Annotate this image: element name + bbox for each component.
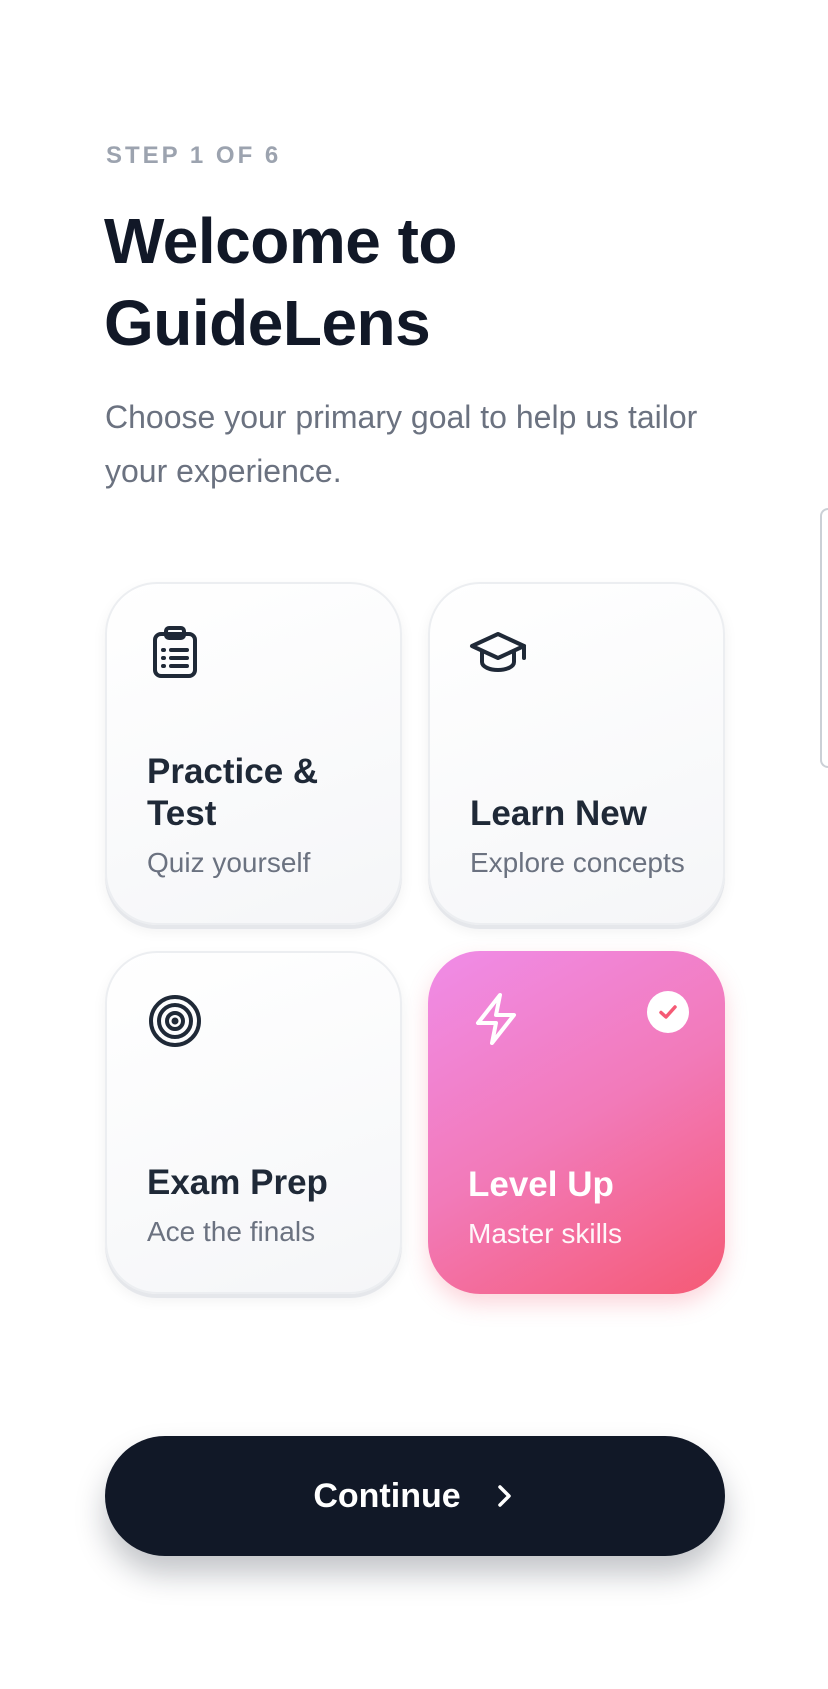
goal-title: Level Up xyxy=(468,1165,614,1204)
graduation-cap-icon xyxy=(468,622,528,682)
continue-button[interactable]: Continue xyxy=(105,1436,725,1556)
lightning-bolt-icon xyxy=(466,989,526,1049)
goal-card-learn-new[interactable]: Learn New Explore concepts xyxy=(428,582,725,925)
goal-subtitle: Explore concepts xyxy=(470,847,685,878)
edge-scroll-handle[interactable] xyxy=(820,508,828,768)
goal-card-level-up[interactable]: Level Up Master skills xyxy=(428,951,725,1294)
clipboard-list-icon xyxy=(145,622,205,682)
goal-options-grid: Practice & Test Quiz yourself Learn New … xyxy=(105,582,725,1294)
goal-card-exam-prep[interactable]: Exam Prep Ace the finals xyxy=(105,951,402,1294)
chevron-right-icon xyxy=(491,1483,517,1509)
onboarding-screen: STEP 1 OF 6 Welcome to GuideLens Choose … xyxy=(0,0,828,1689)
page-subtitle: Choose your primary goal to help us tail… xyxy=(105,399,698,489)
target-icon xyxy=(145,991,205,1051)
goal-subtitle: Quiz yourself xyxy=(147,847,311,878)
continue-label: Continue xyxy=(313,1476,461,1515)
goal-card-text: Exam Prep Ace the finals xyxy=(147,1162,376,1252)
step-indicator: STEP 1 OF 6 xyxy=(106,142,282,169)
goal-title: Exam Prep xyxy=(147,1163,328,1202)
goal-card-text: Practice & Test Quiz yourself xyxy=(147,751,376,883)
goal-card-text: Learn New Explore concepts xyxy=(470,793,699,883)
goal-card-practice-test[interactable]: Practice & Test Quiz yourself xyxy=(105,582,402,925)
goal-card-text: Level Up Master skills xyxy=(468,1164,701,1254)
page-title: Welcome to GuideLens xyxy=(104,205,458,359)
goal-title: Learn New xyxy=(470,794,647,833)
goal-subtitle: Master skills xyxy=(468,1218,623,1249)
selected-check-icon xyxy=(647,991,689,1033)
goal-title: Practice & Test xyxy=(147,752,319,833)
goal-subtitle: Ace the finals xyxy=(147,1216,316,1247)
